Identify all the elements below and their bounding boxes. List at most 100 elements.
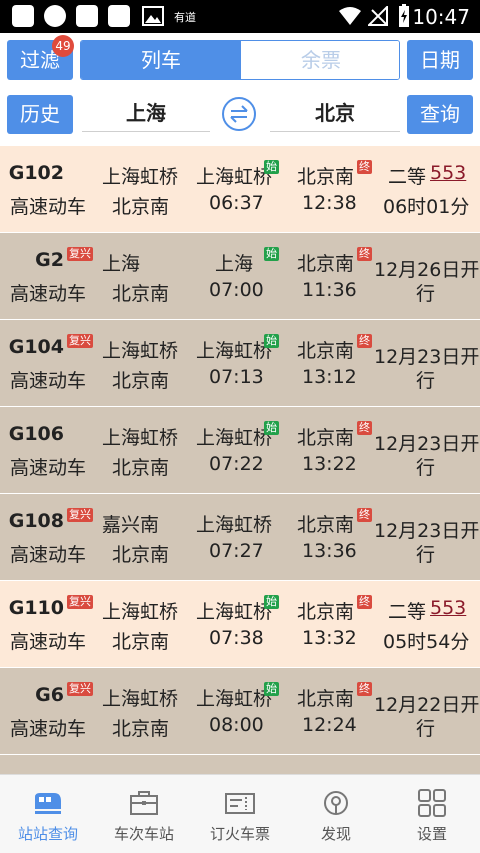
route-terminus: 北京南 — [112, 370, 170, 392]
nav-label: 设置 — [416, 825, 447, 843]
train-number: G2 — [35, 249, 64, 271]
seat-class: 二等 — [388, 166, 427, 188]
departure-station: 上海虹桥 — [195, 340, 272, 362]
train-row[interactable]: G108 复兴 高速动车 嘉兴南 北京南 上海虹桥 07:27 北京南终 13:36 12月23日… — [0, 494, 480, 580]
terminus-tag: 终 — [357, 682, 372, 696]
departure-time: 07:27 — [209, 540, 264, 562]
query-button[interactable]: 查询 — [407, 95, 473, 134]
terminus-tag: 终 — [357, 247, 372, 261]
arrival-time: 13:36 — [302, 540, 357, 562]
terminus-tag: 终 — [357, 334, 372, 348]
notification-icon — [12, 5, 34, 27]
train-icon — [35, 793, 61, 814]
train-number: G108 — [8, 510, 64, 532]
route-terminus: 北京南 — [112, 283, 170, 305]
route-origin: 嘉兴南 — [102, 514, 160, 536]
status-bar: 有道 10:47 — [0, 0, 480, 33]
date-label: 日期 — [420, 48, 460, 72]
train-row[interactable]: G102 高速动车 上海虹桥 北京南 上海虹桥始 06:37 北京南终 12:38 二等 553 0… — [0, 146, 480, 232]
train-row[interactable]: G6 复兴 高速动车 上海虹桥 北京南 上海虹桥始 08:00 北京南终 12:24 12月22日… — [0, 668, 480, 754]
arrival-time: 13:22 — [302, 453, 357, 475]
nav-station-query[interactable]: 站站查询 — [0, 775, 96, 853]
train-number: G104 — [8, 336, 64, 358]
nav-label: 订火车票 — [209, 825, 270, 843]
train-row[interactable]: G106 高速动车 上海虹桥 北京南 上海虹桥始 07:22 北京南终 13:22 12月23日… — [0, 407, 480, 493]
fuxing-tag: 复兴 — [67, 334, 93, 348]
train-row[interactable]: G110 复兴 高速动车 上海虹桥 北京南 上海虹桥始 07:38 北京南终 13:32 二等 55… — [0, 581, 480, 667]
ticket-price[interactable]: 553 — [430, 597, 466, 619]
fuxing-tag: 复兴 — [67, 595, 93, 609]
arrival-time: 11:36 — [302, 279, 357, 301]
route-terminus: 北京南 — [112, 196, 170, 218]
nav-book-ticket[interactable]: 订火车票 — [192, 775, 288, 853]
arrival-time: 13:12 — [302, 366, 357, 388]
route-origin: 上海虹桥 — [102, 601, 179, 623]
arrival-station: 北京南 — [297, 427, 355, 449]
travel-duration: 06时01分 — [383, 196, 470, 218]
fuxing-tag: 复兴 — [67, 508, 93, 522]
arrival-station: 北京南 — [297, 253, 355, 275]
train-type: 高速动车 — [10, 370, 87, 392]
departure-time: 07:00 — [209, 279, 264, 301]
departure-time: 07:38 — [209, 627, 264, 649]
to-station-field[interactable]: 北京 — [270, 94, 400, 132]
departure-station: 上海 — [214, 253, 253, 275]
train-number: G102 — [8, 162, 64, 184]
train-type: 高速动车 — [10, 196, 87, 218]
train-list[interactable]: G102 高速动车 上海虹桥 北京南 上海虹桥始 06:37 北京南终 12:38 二等 553 0… — [0, 146, 480, 774]
train-number: G110 — [8, 597, 64, 619]
arrival-station: 北京南 — [297, 601, 355, 623]
route-terminus: 北京南 — [112, 544, 170, 566]
ticket-price[interactable]: 553 — [430, 162, 466, 184]
bottom-navigation: 站站查询 车次车站 订火车票 发现 设置 — [0, 774, 480, 853]
fuxing-tag: 复兴 — [67, 247, 93, 261]
departure-station: 上海虹桥 — [195, 166, 272, 188]
departure-station: 上海虹桥 — [195, 427, 272, 449]
from-station-field[interactable]: 上海 — [82, 94, 210, 132]
departure-notice-cont: 行 — [416, 457, 436, 479]
arrival-station: 北京南 — [297, 340, 355, 362]
train-type: 高速动车 — [10, 544, 87, 566]
swap-stations-button[interactable] — [222, 97, 256, 131]
notification-icon — [44, 5, 66, 27]
nav-label: 发现 — [320, 825, 351, 843]
tab-train[interactable]: 列车 — [81, 41, 241, 79]
route-origin: 上海虹桥 — [102, 340, 179, 362]
departure-notice-cont: 行 — [416, 718, 436, 740]
nav-discover[interactable]: 发现 — [288, 775, 384, 853]
fuxing-tag: 复兴 — [67, 682, 93, 696]
train-type: 高速动车 — [10, 631, 87, 653]
route-terminus: 北京南 — [112, 631, 170, 653]
train-number: G106 — [8, 423, 64, 445]
date-button[interactable]: 日期 — [407, 40, 473, 80]
history-button[interactable]: 历史 — [7, 95, 73, 134]
origin-tag: 始 — [264, 595, 279, 609]
departure-station: 上海虹桥 — [195, 601, 272, 623]
terminus-tag: 终 — [357, 421, 372, 435]
train-row[interactable] — [0, 755, 480, 774]
nav-settings[interactable]: 设置 — [384, 775, 480, 853]
notification-icon — [108, 5, 130, 27]
compass-icon — [324, 791, 348, 815]
query-label: 查询 — [420, 102, 460, 126]
departure-time: 06:37 — [209, 192, 264, 214]
tab-remaining-tickets[interactable]: 余票 — [241, 41, 399, 79]
departure-time: 07:13 — [209, 366, 264, 388]
grid-icon — [418, 789, 446, 817]
origin-tag: 始 — [264, 334, 279, 348]
route-origin: 上海虹桥 — [102, 166, 179, 188]
train-row[interactable]: G2 复兴 高速动车 上海 北京南 上海始 07:00 北京南终 11:36 12月26日开行 — [0, 233, 480, 319]
departure-notice-cont: 行 — [416, 283, 436, 305]
departure-time: 08:00 — [209, 714, 264, 736]
nav-label: 站站查询 — [17, 825, 78, 843]
arrival-station: 北京南 — [297, 688, 355, 710]
route-origin: 上海虹桥 — [102, 427, 179, 449]
ticket-icon — [225, 793, 255, 814]
train-row[interactable]: G104 复兴 高速动车 上海虹桥 北京南 上海虹桥始 07:13 北京南终 13:12 12月2… — [0, 320, 480, 406]
train-number: G6 — [35, 684, 64, 706]
origin-tag: 始 — [264, 247, 279, 261]
arrival-time: 12:24 — [302, 714, 357, 736]
route-terminus: 北京南 — [112, 457, 170, 479]
nav-train-station[interactable]: 车次车站 — [96, 775, 192, 853]
route-terminus: 北京南 — [112, 718, 170, 740]
